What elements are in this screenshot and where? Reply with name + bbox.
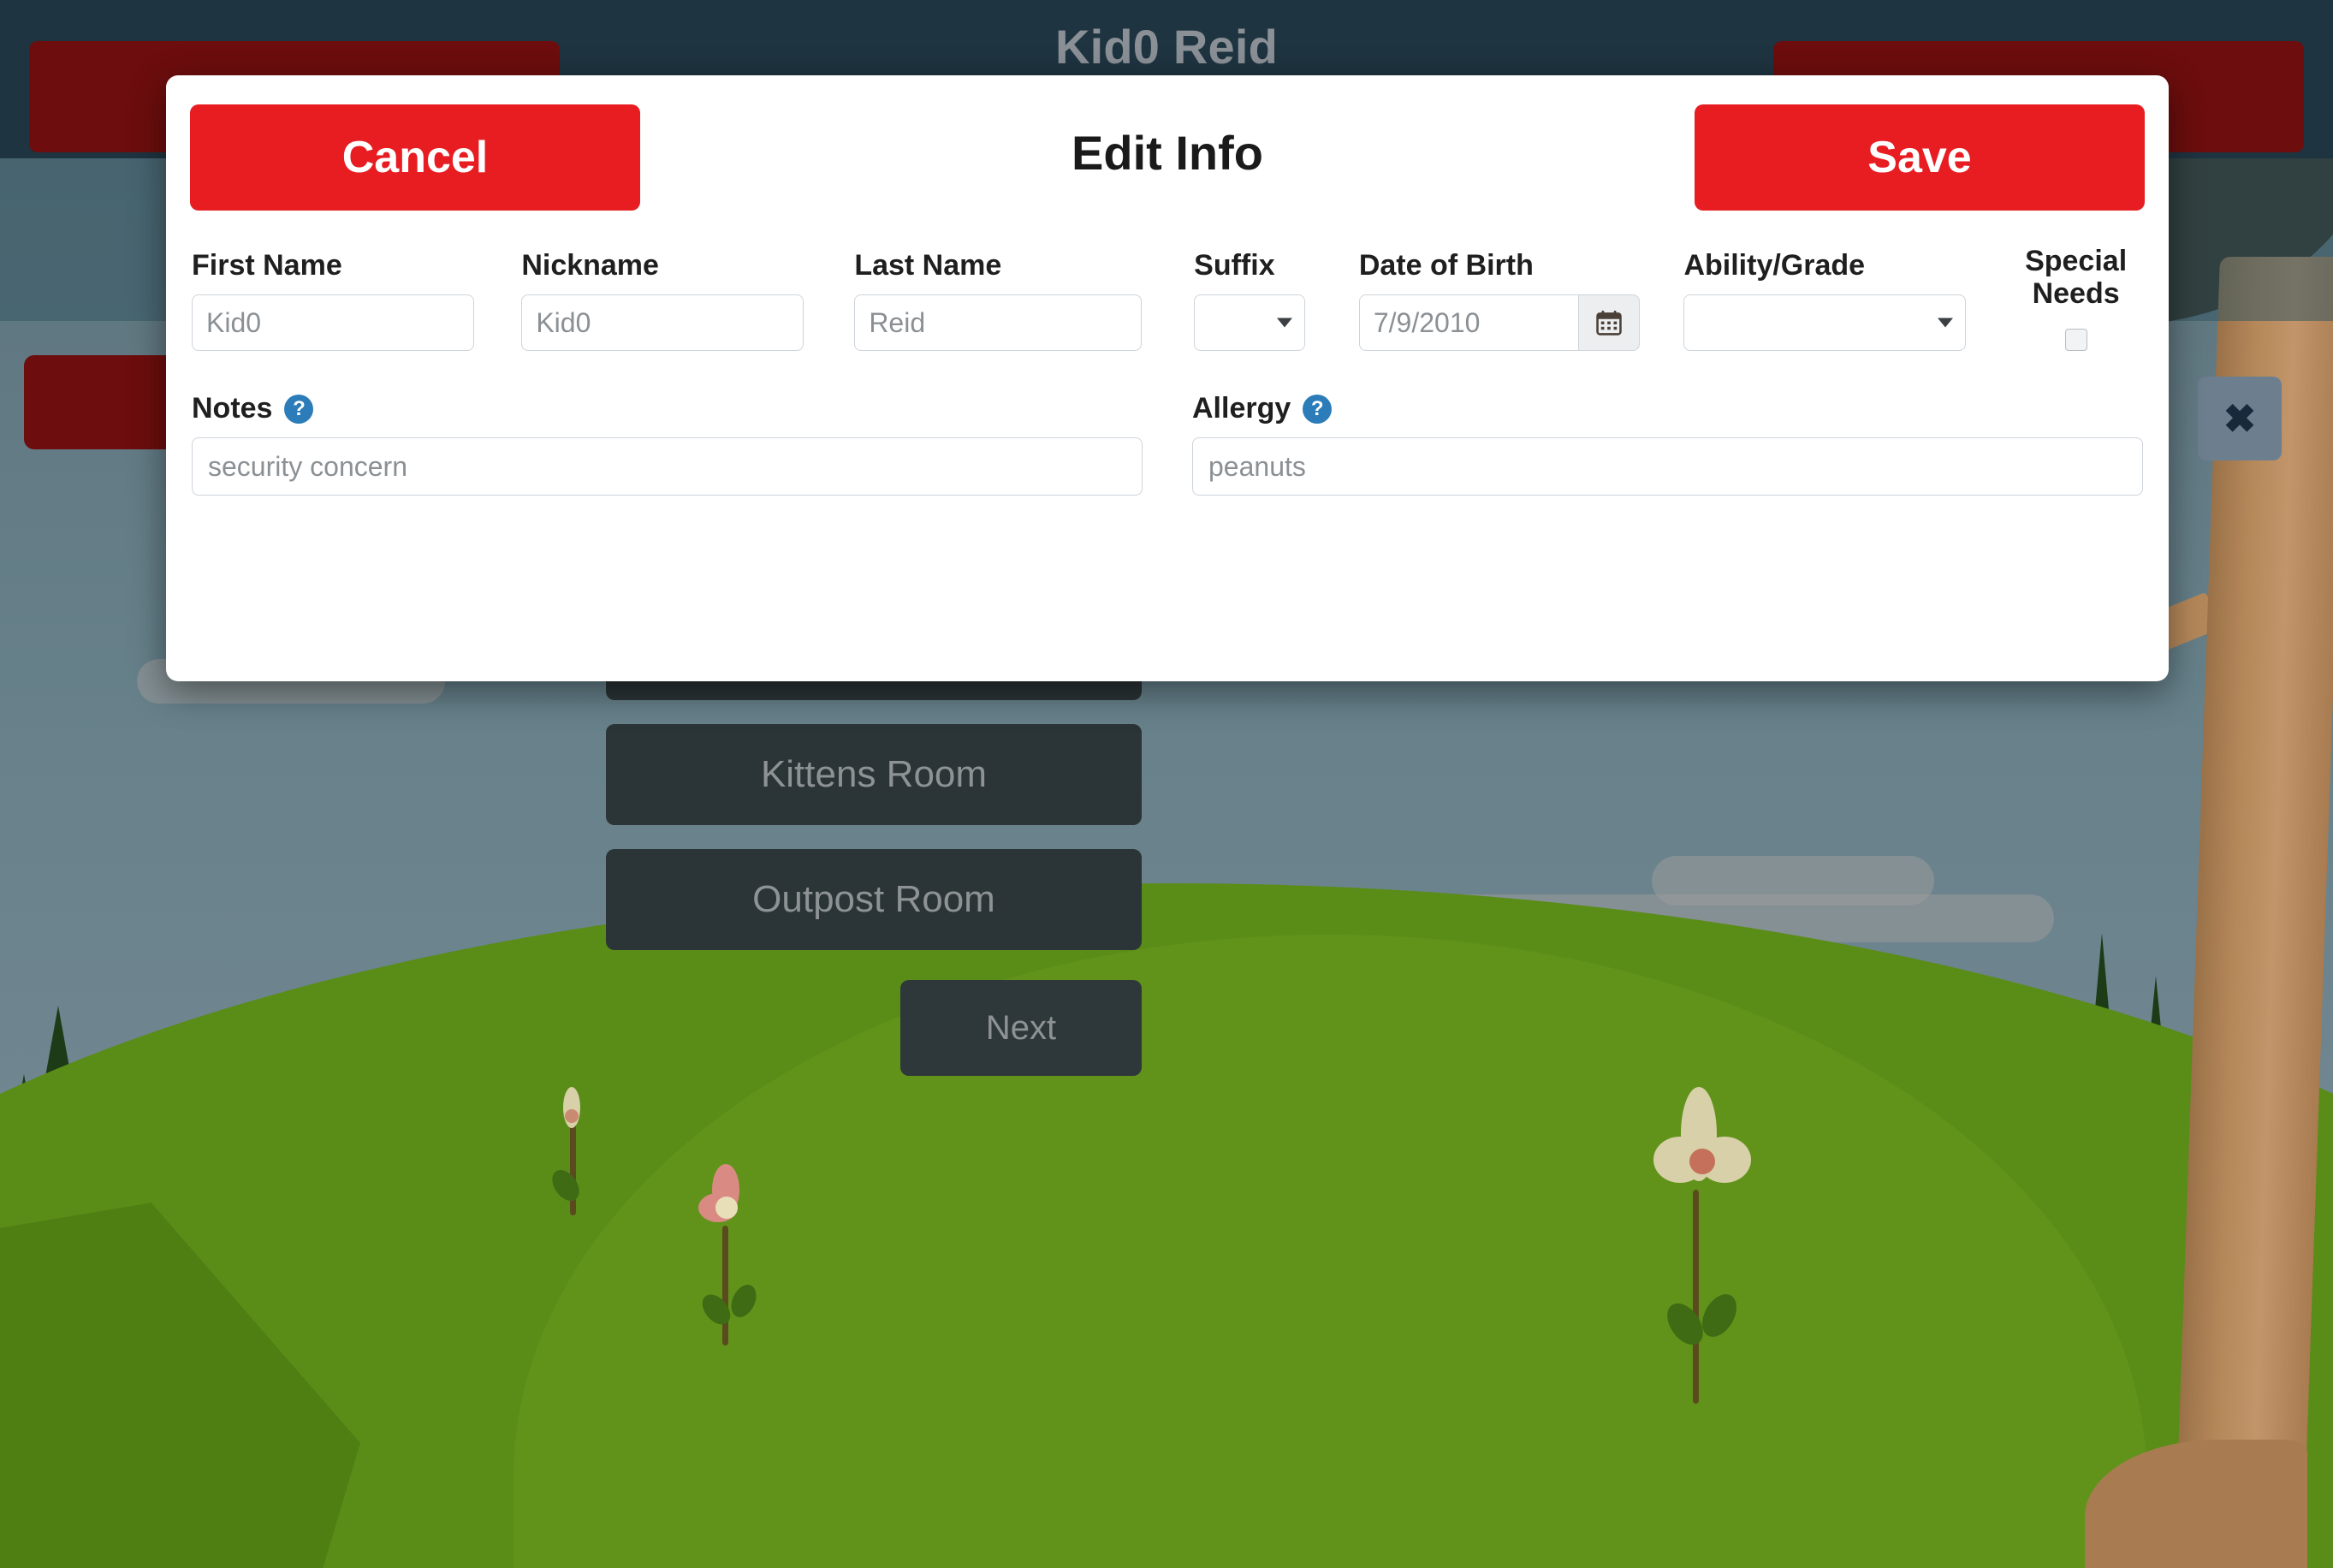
- field-special-needs: Special Needs: [2009, 245, 2143, 351]
- modal-header: Cancel Edit Info Save: [190, 104, 2145, 216]
- next-button[interactable]: Next: [900, 980, 1142, 1076]
- first-name-input[interactable]: [192, 294, 474, 351]
- date-of-birth-input[interactable]: [1359, 294, 1578, 351]
- suffix-select-wrap: [1194, 294, 1305, 351]
- room-button-outpost[interactable]: Outpost Room: [606, 849, 1142, 950]
- help-icon[interactable]: ?: [1303, 395, 1332, 424]
- ability-grade-label: Ability/Grade: [1683, 249, 1966, 282]
- ability-grade-select-wrap: [1683, 294, 1966, 351]
- form-row-secondary: Notes ? Allergy ?: [190, 392, 2145, 496]
- notes-label: Notes: [192, 392, 272, 425]
- save-button[interactable]: Save: [1695, 104, 2145, 211]
- field-first-name: First Name: [192, 249, 474, 351]
- ability-grade-select[interactable]: [1683, 294, 1966, 351]
- field-notes: Notes ?: [192, 392, 1143, 496]
- help-icon[interactable]: ?: [284, 395, 313, 424]
- allergy-input[interactable]: [1192, 437, 2143, 496]
- first-name-label: First Name: [192, 249, 474, 282]
- form-row-primary: First Name Nickname Last Name Suffix Dat…: [190, 245, 2145, 351]
- special-needs-label: Special Needs: [2009, 245, 2143, 310]
- last-name-input[interactable]: [854, 294, 1142, 351]
- date-input-group: [1359, 294, 1640, 351]
- field-last-name: Last Name: [854, 249, 1142, 351]
- date-of-birth-label: Date of Birth: [1359, 249, 1640, 282]
- allergy-label-row: Allergy ?: [1192, 392, 2143, 425]
- edit-info-modal: Cancel Edit Info Save First Name Nicknam…: [166, 75, 2169, 681]
- calendar-icon[interactable]: [1578, 294, 1640, 351]
- room-button-kittens[interactable]: Kittens Room: [606, 724, 1142, 825]
- field-allergy: Allergy ?: [1192, 392, 2143, 496]
- suffix-label: Suffix: [1194, 249, 1305, 282]
- cloud: [1652, 856, 1934, 906]
- last-name-label: Last Name: [854, 249, 1142, 282]
- suffix-select[interactable]: [1194, 294, 1305, 351]
- notes-label-row: Notes ?: [192, 392, 1143, 425]
- field-ability-grade: Ability/Grade: [1683, 249, 1966, 351]
- allergy-label: Allergy: [1192, 392, 1291, 425]
- special-needs-checkbox[interactable]: [2065, 329, 2087, 351]
- nickname-input[interactable]: [521, 294, 804, 351]
- field-suffix: Suffix: [1194, 249, 1305, 351]
- field-date-of-birth: Date of Birth: [1359, 249, 1640, 351]
- nickname-label: Nickname: [521, 249, 804, 282]
- notes-input[interactable]: [192, 437, 1143, 496]
- field-nickname: Nickname: [521, 249, 804, 351]
- close-icon[interactable]: ✖: [2198, 377, 2282, 460]
